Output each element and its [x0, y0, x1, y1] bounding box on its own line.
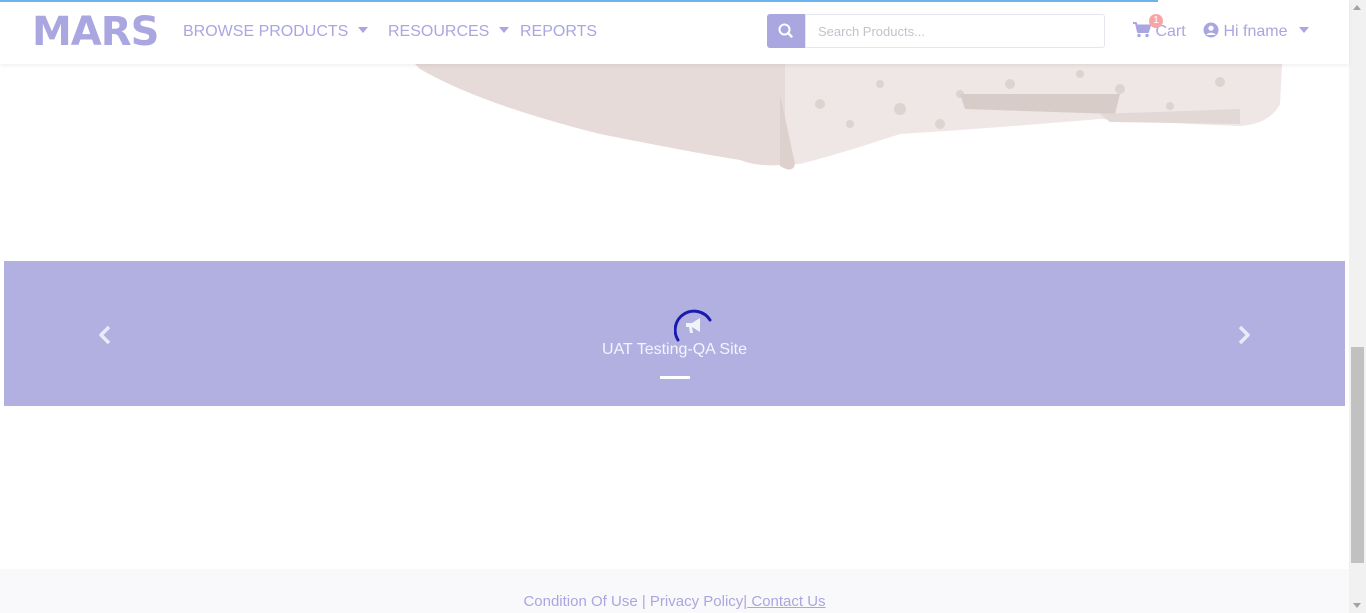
- user-circle-icon: [1203, 22, 1219, 38]
- footer-links: Condition Of Use | Privacy Policy| Conta…: [0, 593, 1349, 610]
- caret-down-icon: [499, 27, 510, 33]
- footer-separator: |: [641, 593, 646, 610]
- vertical-scrollbar[interactable]: [1349, 0, 1366, 613]
- footer-contact-us-link[interactable]: Contact Us: [747, 593, 825, 610]
- cart-count-badge: 1: [1149, 14, 1163, 28]
- nav-resources-label: RESOURCES: [388, 23, 490, 40]
- user-greeting: Hi fname: [1223, 23, 1288, 40]
- carousel-indicator-active[interactable]: [660, 376, 690, 379]
- mars-logo[interactable]: MARS: [32, 10, 159, 54]
- user-menu[interactable]: Hi fname: [1203, 22, 1310, 42]
- hero-product-image: [0, 64, 1349, 194]
- scroll-up-arrow-icon[interactable]: [1353, 5, 1361, 10]
- scrollbar-thumb[interactable]: [1351, 347, 1364, 563]
- page-load-progress: [0, 0, 1158, 2]
- footer-condition-of-use-link[interactable]: Condition Of Use: [523, 593, 637, 610]
- chocolate-bar-image: [415, 64, 1282, 170]
- search-input[interactable]: [805, 14, 1105, 48]
- loading-spinner: [674, 309, 712, 342]
- search-icon: [778, 23, 793, 38]
- page-footer: Condition Of Use | Privacy Policy| Conta…: [0, 569, 1349, 613]
- search-button[interactable]: [767, 14, 805, 48]
- top-navbar: MARS BROWSE PRODUCTS RESOURCES REPORTS C…: [0, 0, 1349, 64]
- footer-privacy-policy-link[interactable]: Privacy Policy: [650, 593, 743, 610]
- caret-down-icon: [358, 27, 369, 33]
- megaphone-icon: [686, 318, 700, 333]
- scroll-down-arrow-icon[interactable]: [1353, 603, 1361, 608]
- cart-icon: [1133, 22, 1151, 38]
- nav-resources[interactable]: RESOURCES: [388, 22, 510, 42]
- caret-down-icon: [1299, 27, 1310, 33]
- nav-reports[interactable]: REPORTS: [520, 22, 597, 42]
- nav-browse-products-label: BROWSE PRODUCTS: [183, 23, 349, 40]
- nav-browse-products[interactable]: BROWSE PRODUCTS: [183, 22, 369, 42]
